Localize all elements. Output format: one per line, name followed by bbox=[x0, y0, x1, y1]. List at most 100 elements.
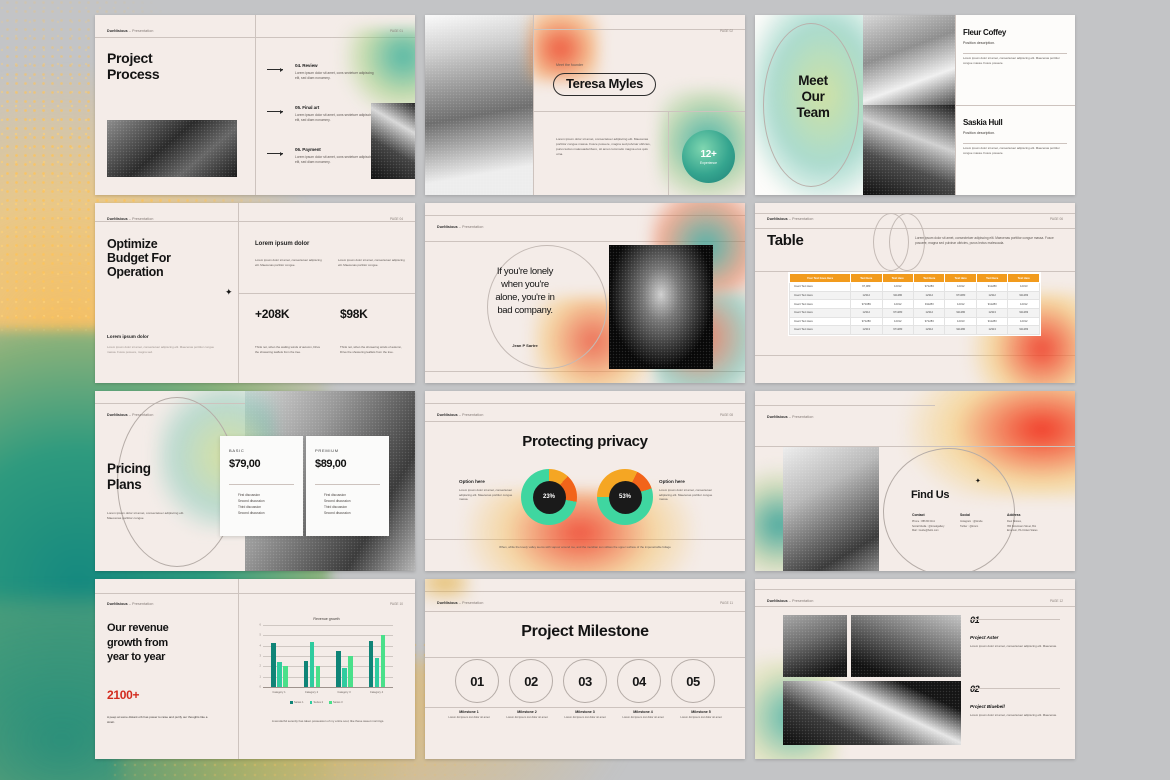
slide-brand: DueNisious – Presentation bbox=[107, 29, 154, 33]
table-row[interactable]: Insert Text Here 12312 911280 12312 971080 12… bbox=[788, 290, 1040, 301]
donut-center-label-1: 23% bbox=[532, 480, 566, 514]
table-cell: 12312 bbox=[850, 307, 883, 318]
table-row[interactable]: Insert Text Here 971280 12312 971283 12313 91… bbox=[788, 316, 1040, 327]
social-column: Social Instagram : @lorabe Twitter : @lo… bbox=[960, 513, 1004, 529]
data-table-wrap[interactable]: Your Text Goes Here Text Here Text Here … bbox=[788, 272, 1041, 336]
pricing-card-basic[interactable]: BASIC $79,00 First discussion Second dis… bbox=[220, 436, 303, 536]
table-row[interactable]: Insert Text Here 12312 971280 12312 911280 12… bbox=[788, 307, 1040, 318]
milestone-label: Milestone 3 bbox=[575, 710, 595, 714]
milestone-circle[interactable]: 04 bbox=[617, 659, 661, 703]
eyebrow-text: Meet the founder bbox=[556, 63, 584, 67]
table-row[interactable]: Insert Text Here 971089 12312 911283 12312 91… bbox=[788, 299, 1040, 309]
slide-revenue-growth[interactable]: DueNisious – Presentation PAGE 10 Our re… bbox=[95, 579, 415, 759]
page-title: Table bbox=[767, 232, 804, 249]
data-table[interactable]: Your Text Goes Here Text Here Text Here … bbox=[788, 272, 1040, 335]
project-number: 01 bbox=[970, 615, 980, 625]
milestone-label: Milestone 4 bbox=[633, 710, 653, 714]
slide-quote[interactable]: DueNisious – Presentation If you're lone… bbox=[425, 203, 745, 383]
project-text: Lorem ipsum dolor sit amet, consectetuer… bbox=[970, 713, 1057, 717]
table-cell: 12313 bbox=[944, 316, 977, 327]
bar bbox=[271, 642, 276, 687]
table-cell: 971280 bbox=[850, 316, 883, 327]
option-text: Lorem ipsum dolor sit amet, consectetuer… bbox=[459, 488, 513, 502]
slide-brand: DueNisious – Presentation bbox=[437, 225, 484, 229]
project-photo bbox=[851, 615, 961, 677]
table-row[interactable]: Insert Text Here 97,089 12312 971283 12312 91… bbox=[788, 282, 1040, 292]
pricing-intro: Lorem ipsum dolor sit amet, consectetuer… bbox=[107, 511, 185, 520]
milestone-circle[interactable]: 05 bbox=[671, 659, 715, 703]
plan-name: BASIC bbox=[229, 448, 245, 453]
bar bbox=[303, 661, 308, 687]
table-cell: Insert Text Here bbox=[788, 282, 852, 292]
table-cell: 971280 bbox=[881, 307, 914, 318]
table-cell: 12312 bbox=[881, 316, 914, 327]
founder-name: Teresa Myles bbox=[553, 73, 657, 96]
page-title: Meet Our Team bbox=[796, 73, 830, 121]
milestone-circle[interactable]: 01 bbox=[455, 659, 499, 703]
team-member: Saskia Hull Position description. Lorem … bbox=[963, 118, 1067, 155]
bar bbox=[380, 635, 385, 687]
option-text: Lorem ipsum dolor sit amet, consectetuer… bbox=[659, 488, 713, 502]
arrow-icon bbox=[267, 151, 283, 156]
project-photo bbox=[783, 681, 961, 745]
table-cell: 12312 bbox=[881, 282, 914, 292]
slide-projects[interactable]: DueNisious – Presentation PAGE 12 01 Pro… bbox=[755, 579, 1075, 759]
slide-find-us[interactable]: DueNisious – Presentation ✦ Find Us Cont… bbox=[755, 391, 1075, 571]
slide-brand: DueNisious – Presentation bbox=[767, 217, 814, 221]
plan-name: PREMIUM bbox=[315, 448, 339, 453]
milestone-circle[interactable]: 03 bbox=[563, 659, 607, 703]
pricing-card-premium[interactable]: PREMIUM $89,00 First discussion Second d… bbox=[306, 436, 389, 536]
table-row[interactable]: Insert Text Here 12313 971280 12312 911280 12… bbox=[788, 325, 1040, 335]
table-cell: Insert Text Here bbox=[788, 316, 852, 327]
table-cell: 12313 bbox=[975, 325, 1009, 335]
contact-column: Contact Phone : 886 80 0111 Social Media… bbox=[912, 513, 958, 534]
stat-caption: Think not, when the wailing winds of aut… bbox=[255, 345, 321, 354]
legend-item: Series 3 bbox=[329, 701, 343, 704]
slide-grid: DueNisious – Presentation PAGE 01 Projec… bbox=[95, 15, 1075, 759]
table-cell: 12312 bbox=[944, 282, 977, 292]
project-title: Project Aster bbox=[970, 635, 999, 640]
slide-brand: DueNisious – Presentation bbox=[107, 413, 154, 417]
slide-optimize-budget[interactable]: DueNisious – Presentation PAGE 04 Optimi… bbox=[95, 203, 415, 383]
table-col-header: Text Here bbox=[944, 272, 977, 284]
slide-teresa-myles[interactable]: PAGE 02 Meet the founder Teresa Myles Lo… bbox=[425, 15, 745, 195]
slide-project-milestone[interactable]: DueNisious – Presentation PAGE 11 Projec… bbox=[425, 579, 745, 759]
table-cell: 911283 bbox=[912, 299, 946, 309]
bar bbox=[374, 658, 379, 687]
step-item: 05. Final art Lorem ipsum dolor sit amet… bbox=[295, 105, 375, 124]
table-cell: 911283 bbox=[975, 316, 1009, 327]
slide-project-process[interactable]: DueNisious – Presentation PAGE 01 Projec… bbox=[95, 15, 415, 195]
bar-group bbox=[303, 641, 320, 687]
table-cell: 911283 bbox=[1007, 307, 1040, 318]
member-photo bbox=[863, 105, 955, 195]
slide-page-number: PAGE 12 bbox=[1049, 599, 1063, 603]
slide-brand: DueNisious – Presentation bbox=[437, 601, 484, 605]
table-cell: 971283 bbox=[912, 316, 946, 327]
page-title: Find Us bbox=[911, 489, 950, 501]
address-column: Address Duel Nisious, 350 Downtown Stree… bbox=[1007, 513, 1065, 534]
table-cell: 12313 bbox=[975, 307, 1009, 318]
slide-meet-our-team[interactable]: Meet Our Team Fleur Coffey Position desc… bbox=[755, 15, 1075, 195]
plan-price: $89,00 bbox=[315, 458, 347, 470]
slide-protecting-privacy[interactable]: DueNisious – Presentation PAGE 08 Protec… bbox=[425, 391, 745, 571]
step-item: 06. Payment Lorem ipsum dolor sit amet, … bbox=[295, 147, 375, 166]
page-title: Optimize Budget For Operation bbox=[107, 237, 171, 279]
table-cell: 12312 bbox=[1007, 316, 1040, 327]
step-text: Lorem ipsum dolor sit amet, cons sectetu… bbox=[295, 71, 374, 81]
milestone-circle[interactable]: 02 bbox=[509, 659, 553, 703]
arrow-icon bbox=[267, 109, 283, 114]
table-body: Insert Text Here 97,089 12312 971283 12312 91… bbox=[788, 282, 1040, 335]
bar bbox=[277, 662, 282, 687]
slide-brand: DueNisious – Presentation bbox=[437, 413, 484, 417]
step-title: 05. Final art bbox=[295, 105, 320, 110]
option-label: Option here bbox=[459, 479, 485, 484]
table-cell: 12312 bbox=[1007, 299, 1040, 309]
slide-brand: DueNisious – Presentation bbox=[107, 602, 154, 606]
slide-page-number: PAGE 04 bbox=[389, 217, 403, 221]
table-cell: 12312 bbox=[881, 299, 914, 309]
table-cell: 97,089 bbox=[850, 282, 883, 292]
slide-pricing-plans[interactable]: DueNisious – Presentation Pricing Plans … bbox=[95, 391, 415, 571]
sparkle-icon: ✦ bbox=[225, 287, 233, 297]
team-member: Fleur Coffey Position description. Lorem… bbox=[963, 28, 1067, 65]
slide-table[interactable]: DueNisious – Presentation PAGE 06 Table … bbox=[755, 203, 1075, 383]
